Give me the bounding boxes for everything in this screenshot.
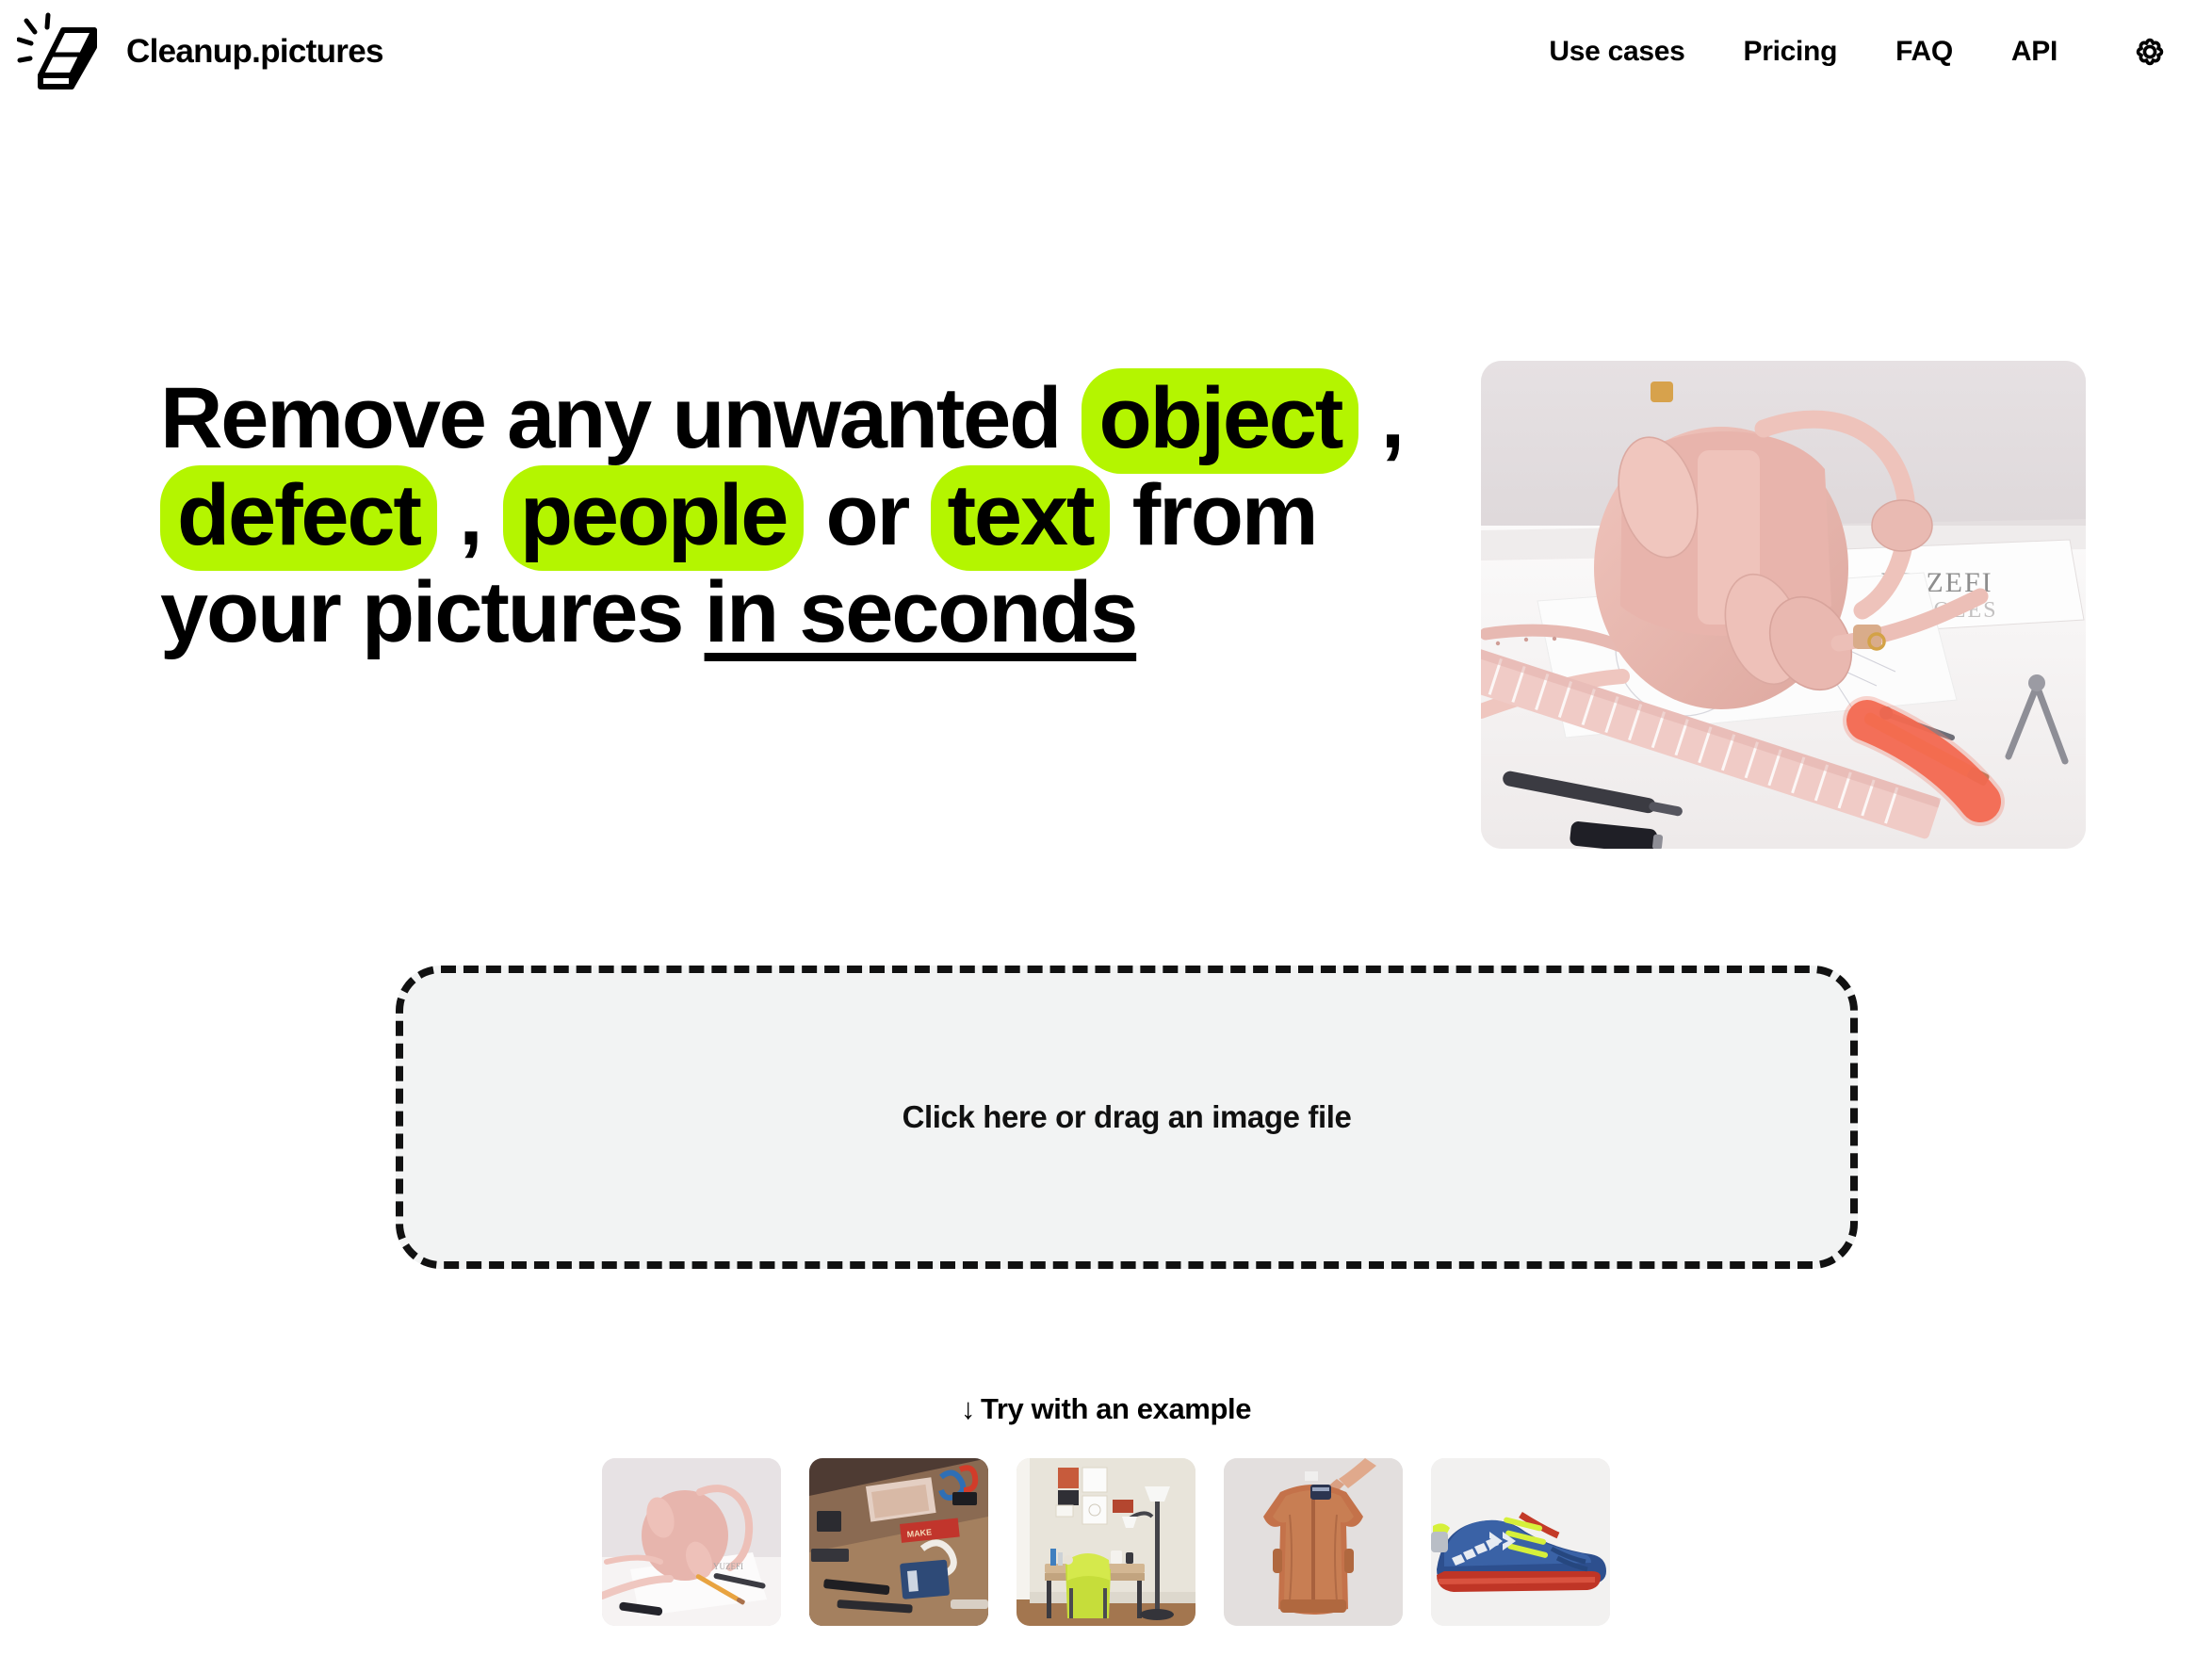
gear-icon xyxy=(2136,38,2164,66)
site-header: Cleanup.pictures Use cases Pricing FAQ A… xyxy=(0,0,2212,104)
nav-link-use-cases[interactable]: Use cases xyxy=(1549,28,1684,75)
page-root: Cleanup.pictures Use cases Pricing FAQ A… xyxy=(0,0,2212,1656)
page-title: Remove any unwanted object , defect , pe… xyxy=(160,368,1423,661)
example-thumb-craft-desk[interactable]: MAKE xyxy=(809,1458,988,1626)
dropzone-label: Click here or drag an image file xyxy=(902,1099,1352,1134)
example-thumb-blue-sneaker[interactable] xyxy=(1431,1458,1610,1626)
brand-name: Cleanup.pictures xyxy=(126,33,383,70)
nav-link-pricing[interactable]: Pricing xyxy=(1744,28,1838,75)
example-thumb-pink-handbag[interactable]: YUZEFI xyxy=(602,1458,781,1626)
headline-highlight-text: text xyxy=(930,465,1111,572)
examples-section: ↓ Try with an example YUZEFI MAKE xyxy=(0,1392,2212,1626)
settings-button[interactable] xyxy=(2125,27,2174,76)
examples-title-text: Try with an example xyxy=(981,1392,1252,1425)
svg-text:YUZEFI: YUZEFI xyxy=(713,1562,743,1571)
headline-underlined: in seconds xyxy=(704,564,1139,661)
headline-part-1: Remove any unwanted xyxy=(160,370,1082,466)
nav-link-faq[interactable]: FAQ xyxy=(1895,28,1953,75)
headline-sep-2: , xyxy=(436,467,503,564)
headline-highlight-people: people xyxy=(502,465,805,572)
hero-section: Remove any unwanted object , defect , pe… xyxy=(0,361,2212,860)
examples-title: ↓ Try with an example xyxy=(0,1392,2212,1426)
image-dropzone[interactable]: Click here or drag an image file xyxy=(396,966,1858,1269)
eraser-sparkle-icon xyxy=(17,12,97,89)
headline-highlight-object: object xyxy=(1082,368,1359,474)
main-nav: Use cases Pricing FAQ API xyxy=(1549,27,2174,76)
headline-part-2: or xyxy=(804,467,931,564)
headline-sep-1: , xyxy=(1358,370,1406,466)
example-thumb-home-office[interactable] xyxy=(1017,1458,1195,1626)
example-thumb-bomber-jacket[interactable] xyxy=(1224,1458,1403,1626)
examples-thumbnail-row: YUZEFI MAKE xyxy=(0,1458,2212,1626)
nav-link-api[interactable]: API xyxy=(2011,28,2057,75)
headline-highlight-defect: defect xyxy=(160,465,437,572)
down-arrow-icon: ↓ xyxy=(960,1392,976,1425)
hero-image: YUZEFI PAROLES xyxy=(1481,361,2086,849)
brand-logo-link[interactable]: Cleanup.pictures xyxy=(17,11,383,92)
